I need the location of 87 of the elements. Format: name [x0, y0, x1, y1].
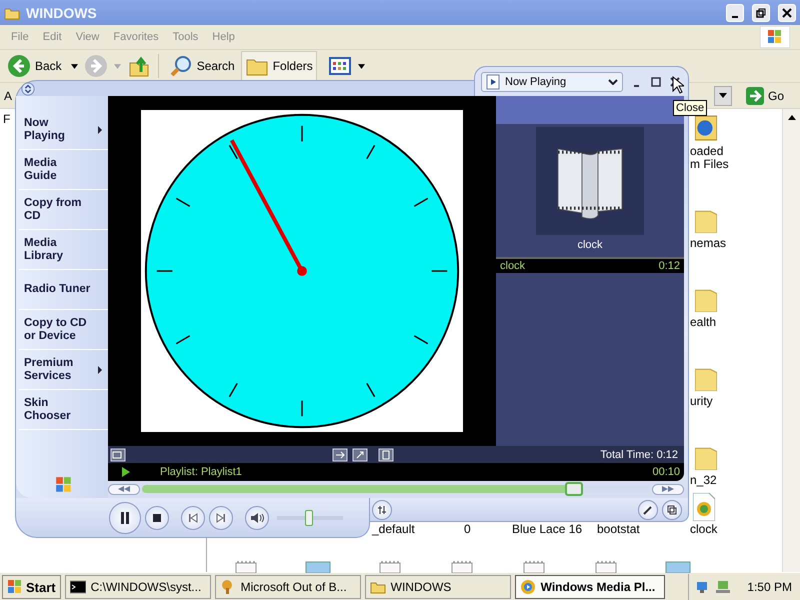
file-label[interactable]: clock — [690, 523, 718, 536]
search-icon — [168, 54, 193, 78]
mouse-pointer-icon — [672, 76, 684, 94]
computer-icon[interactable] — [715, 579, 732, 595]
tree-pane-label: F — [3, 112, 10, 126]
media-player-icon — [520, 579, 536, 595]
minimize-button[interactable] — [726, 4, 744, 22]
previous-icon — [188, 512, 198, 522]
go-button[interactable]: Go — [740, 86, 790, 106]
overlapping-squares-icon — [667, 504, 677, 514]
previous-button[interactable] — [181, 506, 205, 530]
media-title: clock — [577, 239, 603, 251]
taskbar-button[interactable]: WINDOWS — [364, 575, 511, 599]
document-icon[interactable] — [378, 448, 394, 462]
equalizer-icon — [377, 504, 387, 514]
view-dropdown[interactable]: Now Playing — [481, 72, 624, 92]
file-label[interactable]: urity — [690, 395, 713, 408]
album-art-film-icon — [536, 127, 644, 235]
taskbar-button[interactable]: C:\WINDOWS\syst... — [64, 575, 211, 599]
chevron-down-icon — [608, 78, 618, 84]
folders-button[interactable]: Folders — [240, 51, 317, 81]
file-label[interactable]: 0 — [464, 523, 471, 536]
back-button[interactable]: Back — [4, 52, 65, 80]
total-time: Total Time: 0:12 — [600, 448, 679, 460]
up-folder-icon[interactable] — [126, 54, 151, 78]
playlist-status: Playlist: Playlist1 — [160, 466, 242, 478]
program-icon[interactable] — [695, 115, 717, 141]
scrollbar[interactable] — [782, 109, 800, 572]
go-arrow-icon — [746, 86, 764, 104]
pen-icon — [643, 504, 653, 514]
equalizer-button[interactable] — [372, 500, 392, 520]
window-title: WINDOWS — [26, 4, 97, 20]
seek-thumb[interactable] — [564, 482, 583, 496]
console-icon — [70, 579, 86, 595]
maximize-icon — [650, 76, 661, 86]
fast-forward-button[interactable] — [652, 484, 684, 494]
rewind-icon — [118, 486, 130, 492]
address-dropdown[interactable] — [714, 86, 732, 106]
restore-icon — [756, 8, 766, 18]
file-label[interactable]: n_32 — [690, 474, 717, 487]
close-icon — [782, 8, 792, 18]
video-icon[interactable] — [110, 448, 126, 462]
caret-icon — [718, 93, 727, 98]
playlist-item[interactable]: clock 0:12 — [496, 257, 684, 273]
fit-video-icon[interactable] — [332, 448, 348, 462]
views-icon[interactable] — [328, 54, 352, 78]
taskbar-button[interactable]: Microsoft Out of B... — [214, 575, 361, 599]
caret-icon[interactable] — [358, 64, 365, 68]
skin-button[interactable] — [638, 500, 658, 520]
file-label[interactable]: _default — [372, 523, 415, 536]
next-icon — [216, 512, 226, 522]
scroll-up-icon[interactable] — [788, 115, 796, 120]
clock-time: 1:50 PM — [747, 580, 792, 594]
pause-icon — [120, 512, 130, 524]
play-state-icon — [122, 467, 130, 477]
rewind-button[interactable] — [108, 484, 140, 494]
search-button[interactable]: Search — [166, 52, 238, 80]
caret-icon[interactable] — [70, 64, 78, 68]
file-label[interactable]: nemas — [690, 237, 726, 250]
start-button[interactable]: Start — [2, 575, 61, 599]
media-file-icon[interactable] — [692, 493, 715, 521]
windows-logo-icon — [7, 579, 23, 595]
windows-logo-icon — [54, 476, 72, 494]
minimize-icon — [634, 84, 640, 86]
address-label: A — [4, 88, 12, 102]
file-label[interactable]: Blue Lace 16 — [512, 523, 582, 536]
taskbar-button[interactable]: Windows Media Pl... — [514, 575, 665, 599]
play-file-icon — [486, 74, 500, 90]
pause-button[interactable] — [109, 502, 141, 534]
close-button[interactable] — [778, 4, 796, 22]
stop-icon — [153, 514, 161, 522]
restore-button[interactable] — [752, 4, 770, 22]
compact-mode-button[interactable] — [662, 500, 682, 520]
collapse-icon[interactable] — [21, 82, 35, 96]
mute-button[interactable] — [245, 506, 269, 530]
elapsed-time: 00:10 — [652, 466, 680, 478]
full-screen-icon[interactable] — [352, 448, 368, 462]
fast-forward-icon — [662, 486, 674, 492]
file-label[interactable]: oaded m Files — [690, 145, 729, 171]
close-tooltip: Close — [673, 100, 708, 116]
minimize-icon — [732, 16, 738, 18]
file-label[interactable]: ealth — [690, 316, 716, 329]
close-icon — [670, 76, 680, 86]
file-label[interactable]: bootstat — [597, 523, 640, 536]
next-button[interactable] — [209, 506, 233, 530]
speaker-icon — [250, 512, 264, 524]
stop-button[interactable] — [145, 506, 169, 530]
